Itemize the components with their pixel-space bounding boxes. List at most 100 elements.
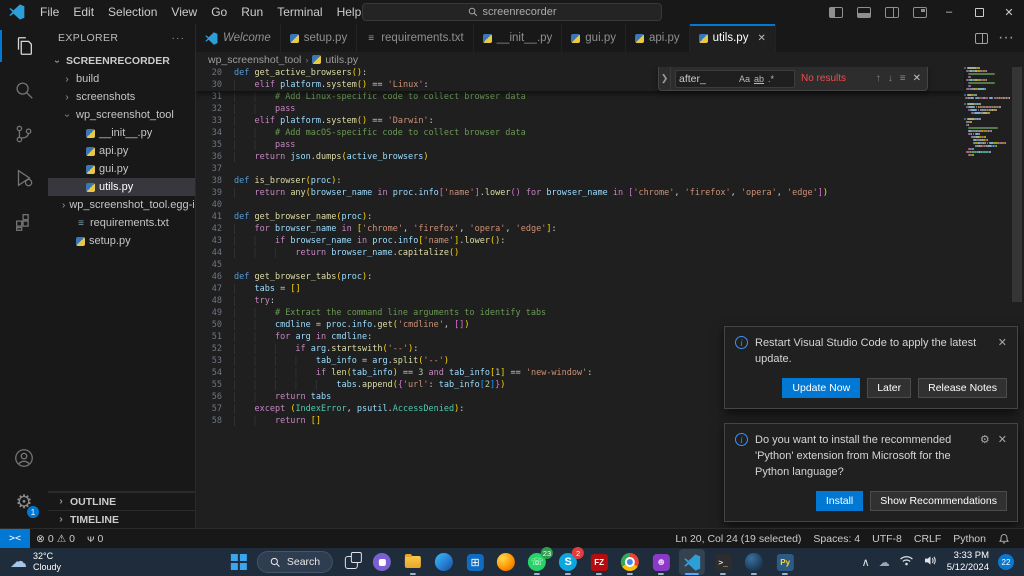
breadcrumb-item[interactable]: utils.py — [325, 54, 358, 66]
wifi-icon[interactable] — [899, 553, 914, 571]
tree-item-api-py[interactable]: api.py — [48, 142, 195, 160]
tree-item--init-py[interactable]: __init__.py — [48, 124, 195, 142]
tab-gui-py[interactable]: gui.py — [562, 24, 626, 52]
later-button[interactable]: Later — [867, 378, 911, 398]
update-now-button[interactable]: Update Now — [782, 378, 860, 398]
toggle-replace-icon[interactable]: ❯ — [659, 67, 671, 90]
activity-search-icon[interactable] — [0, 68, 48, 112]
volume-icon[interactable] — [923, 553, 938, 571]
taskbar-edge-icon[interactable] — [431, 549, 457, 575]
eol[interactable]: CRLF — [908, 529, 947, 548]
taskbar-vscode-icon[interactable] — [679, 549, 705, 575]
breadcrumb-item[interactable]: wp_screenshot_tool — [208, 54, 301, 66]
toggle-sidebar-icon[interactable] — [829, 7, 843, 18]
notification-gear-icon[interactable]: ⚙ — [980, 433, 990, 481]
release-notes-button[interactable]: Release Notes — [918, 378, 1007, 398]
taskbar-file-explorer-icon[interactable] — [400, 549, 426, 575]
taskbar-skype-icon[interactable]: S2 — [555, 549, 581, 575]
close-button[interactable]: ✕ — [994, 0, 1024, 24]
problems-status[interactable]: ⊗0⚠0 — [30, 529, 81, 548]
taskbar-start-icon[interactable] — [226, 549, 252, 575]
tree-item-gui-py[interactable]: gui.py — [48, 160, 195, 178]
cursor-position[interactable]: Ln 20, Col 24 (19 selected) — [669, 529, 807, 548]
taskbar-chat-icon[interactable] — [369, 549, 395, 575]
language-mode[interactable]: Python — [947, 529, 992, 548]
breadcrumb[interactable]: wp_screenshot_tool›utils.py — [196, 52, 1024, 67]
taskbar-filezilla-icon[interactable]: FZ — [586, 549, 612, 575]
maximize-button[interactable] — [964, 0, 994, 24]
taskbar-blue-app-icon[interactable] — [741, 549, 767, 575]
tab-close-icon[interactable]: ✕ — [757, 33, 765, 44]
weather-widget[interactable]: ☁ 32°C Cloudy — [0, 551, 180, 574]
activity-source-control-icon[interactable] — [0, 112, 48, 156]
taskbar-whatsapp-icon[interactable]: ☏23 — [524, 549, 550, 575]
taskbar-purple-app-icon[interactable]: ☻ — [648, 549, 674, 575]
scrollbar-thumb[interactable] — [1012, 67, 1022, 302]
tree-item-setup-py[interactable]: setup.py — [48, 232, 195, 250]
toggle-panel-icon[interactable] — [857, 7, 871, 18]
encoding[interactable]: UTF-8 — [866, 529, 908, 548]
editor[interactable]: 31 # Add Linux-specific code to collect … — [196, 67, 1024, 528]
menu-file[interactable]: File — [33, 5, 66, 19]
find-next-icon[interactable]: ↓ — [888, 73, 893, 84]
tab-utils-py[interactable]: utils.py✕ — [690, 24, 776, 52]
command-center-search[interactable]: screenrecorder — [362, 3, 662, 21]
menu-go[interactable]: Go — [204, 5, 234, 19]
menu-view[interactable]: View — [164, 5, 204, 19]
menu-edit[interactable]: Edit — [66, 5, 101, 19]
taskbar-python-app-icon[interactable]: Py — [772, 549, 798, 575]
tab--init-py[interactable]: __init__.py — [474, 24, 563, 52]
whole-word-icon[interactable]: ab — [752, 74, 766, 84]
tree-item-screenshots[interactable]: ›screenshots — [48, 88, 195, 106]
taskbar-firefox-icon[interactable] — [493, 549, 519, 575]
taskbar-chrome-icon[interactable] — [617, 549, 643, 575]
explorer-more-actions-icon[interactable]: ··· — [172, 32, 186, 44]
menu-selection[interactable]: Selection — [101, 5, 164, 19]
settings-gear-icon[interactable]: ⚙1 — [0, 480, 48, 524]
activity-extensions-icon[interactable] — [0, 200, 48, 244]
customize-layout-icon[interactable] — [913, 7, 927, 18]
install-button[interactable]: Install — [816, 491, 863, 511]
activity-run-debug-icon[interactable] — [0, 156, 48, 200]
notification-close-icon[interactable]: ✕ — [998, 336, 1007, 368]
remote-indicator[interactable]: >< — [0, 529, 30, 548]
taskbar-task-view-icon[interactable] — [338, 549, 364, 575]
account-icon[interactable] — [0, 436, 48, 480]
tab-requirements-txt[interactable]: ≡requirements.txt — [357, 24, 473, 52]
minimize-button[interactable]: – — [934, 0, 964, 24]
taskbar-clock[interactable]: 3:33 PM 5/12/2024 — [947, 550, 989, 575]
onedrive-cloud-icon[interactable]: ☁ — [879, 556, 890, 569]
indentation[interactable]: Spaces: 4 — [807, 529, 866, 548]
timeline-section[interactable]: › TIMELINE — [48, 510, 195, 528]
tree-item-utils-py[interactable]: utils.py — [48, 178, 195, 196]
regex-icon[interactable]: .* — [766, 74, 776, 84]
menu-terminal[interactable]: Terminal — [270, 5, 329, 19]
tree-item-wp-screenshot-tool-egg-info[interactable]: ›wp_screenshot_tool.egg-info — [48, 196, 195, 214]
notification-count-badge[interactable]: 22 — [998, 554, 1014, 570]
activity-explorer-icon[interactable] — [0, 24, 48, 68]
tree-section-root[interactable]: ›SCREENRECORDER — [48, 52, 195, 70]
show-recommendations-button[interactable]: Show Recommendations — [870, 491, 1007, 511]
tray-chevron-up-icon[interactable]: ∧ — [862, 556, 870, 569]
editor-more-actions-icon[interactable]: ··· — [998, 29, 1014, 47]
notifications-bell-icon[interactable] — [992, 529, 1016, 548]
menu-run[interactable]: Run — [234, 5, 270, 19]
notification-close-icon[interactable]: ✕ — [998, 433, 1007, 481]
tab-api-py[interactable]: api.py — [626, 24, 690, 52]
tab-welcome[interactable]: Welcome — [196, 24, 281, 52]
toggle-secondary-sidebar-icon[interactable] — [885, 7, 899, 18]
taskbar-search[interactable]: Search — [257, 551, 333, 573]
tree-item-wp-screenshot-tool[interactable]: ›wp_screenshot_tool — [48, 106, 195, 124]
tab-setup-py[interactable]: setup.py — [281, 24, 357, 52]
match-case-icon[interactable]: Aa — [737, 74, 752, 84]
find-close-icon[interactable]: ✕ — [913, 73, 921, 84]
ports-status[interactable]: ᴪ0 — [81, 529, 109, 548]
taskbar-store-icon[interactable]: ⊞ — [462, 549, 488, 575]
tree-item-build[interactable]: ›build — [48, 70, 195, 88]
tree-item-requirements-txt[interactable]: ≡requirements.txt — [48, 214, 195, 232]
find-input[interactable] — [679, 73, 737, 85]
find-in-selection-icon[interactable]: ≡ — [900, 73, 906, 84]
taskbar-terminal-icon[interactable]: >_ — [710, 549, 736, 575]
outline-section[interactable]: › OUTLINE — [48, 492, 195, 510]
split-editor-icon[interactable] — [975, 33, 988, 44]
